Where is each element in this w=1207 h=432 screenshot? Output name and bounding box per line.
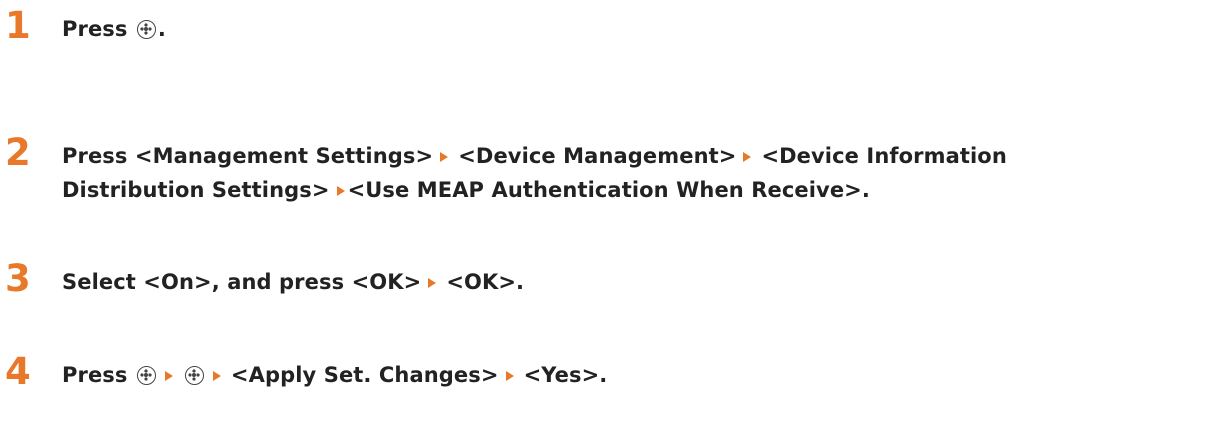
- step-text: Select <On>, and press <OK>: [62, 270, 422, 294]
- step-text: Press: [62, 363, 135, 387]
- arrow-right-icon: [336, 186, 345, 196]
- step-text: <Apply Set. Changes>: [230, 363, 499, 387]
- step-text: <Yes>.: [523, 363, 608, 387]
- step-instruction: Press <Management Settings> <Device Manag…: [62, 139, 1202, 207]
- step-text: <Use MEAP Authentication When Receive>.: [347, 178, 870, 202]
- step-number: 3: [5, 257, 31, 300]
- step-text: Press <Management Settings>: [62, 144, 434, 168]
- step-text: Distribution Settings>: [62, 178, 330, 202]
- arrow-right-icon: [212, 371, 221, 381]
- step-text: Press: [62, 17, 135, 41]
- home-key-icon: [184, 366, 204, 385]
- arrow-right-icon: [743, 152, 752, 162]
- step-instruction: Press <Apply Set. Changes> <Yes>.: [62, 358, 1202, 392]
- arrow-right-icon: [164, 371, 173, 381]
- step-instruction: Press .: [62, 12, 1202, 46]
- step-text: <Device Information: [761, 144, 1007, 168]
- step-instruction: Select <On>, and press <OK> <OK>.: [62, 265, 1202, 299]
- step-text: <OK>.: [446, 270, 525, 294]
- step-text: .: [157, 17, 166, 41]
- arrow-right-icon: [440, 152, 449, 162]
- step-number: 2: [5, 131, 31, 174]
- home-key-icon: [136, 366, 156, 385]
- arrow-right-icon: [428, 278, 437, 288]
- arrow-right-icon: [505, 371, 514, 381]
- step-text: <Device Management>: [458, 144, 737, 168]
- home-key-icon: [136, 20, 156, 39]
- step-number: 4: [5, 350, 31, 393]
- step-number: 1: [5, 4, 31, 47]
